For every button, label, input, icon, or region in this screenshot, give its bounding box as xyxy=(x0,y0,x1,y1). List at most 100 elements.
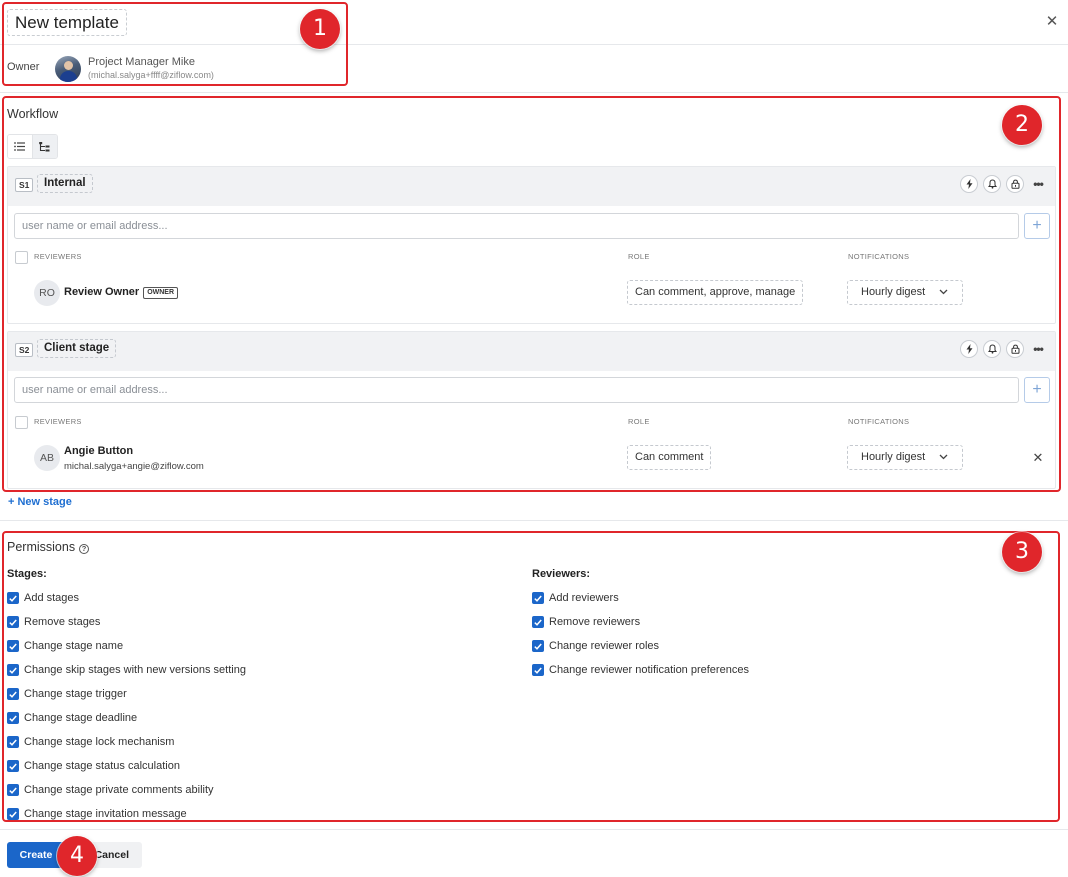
reviewer-name: Review Owner OWNER xyxy=(64,286,179,299)
stage-card-client: S2 Client stage ••• + REVIEWERS ROLE NOT… xyxy=(7,331,1056,489)
checked-checkbox-icon[interactable] xyxy=(532,640,544,652)
reviewer-permission-item[interactable]: Change reviewer notification preferences xyxy=(532,664,749,676)
stage-permission-item[interactable]: Change stage name xyxy=(7,640,123,652)
tree-view-icon[interactable] xyxy=(32,135,57,158)
annotation-marker-2: 2 xyxy=(1002,105,1042,145)
stage-permission-item[interactable]: Change stage invitation message xyxy=(7,808,187,820)
template-title-field[interactable]: New template xyxy=(7,9,127,36)
select-all-checkbox[interactable] xyxy=(15,416,28,429)
role-select[interactable]: Can comment, approve, manage xyxy=(627,280,804,305)
permission-label: Change stage trigger xyxy=(24,688,127,700)
reviewer-avatar: AB xyxy=(34,445,60,471)
col-reviewers: REVIEWERS xyxy=(34,252,82,261)
lock-icon[interactable] xyxy=(1006,175,1024,193)
owner-email: (michal.salyga+ffff@ziflow.com) xyxy=(88,70,214,80)
col-reviewers: REVIEWERS xyxy=(34,417,82,426)
stage-permission-item[interactable]: Add stages xyxy=(7,592,79,604)
reviewer-permission-item[interactable]: Add reviewers xyxy=(532,592,619,604)
reviewer-permission-item[interactable]: Change reviewer roles xyxy=(532,640,659,652)
permission-label: Add stages xyxy=(24,592,80,604)
stage-permission-item[interactable]: Change stage lock mechanism xyxy=(7,736,174,748)
checked-checkbox-icon[interactable] xyxy=(7,592,19,604)
stage-name-field[interactable]: Client stage xyxy=(37,339,117,358)
stage-name-field[interactable]: Internal xyxy=(37,174,93,193)
checked-checkbox-icon[interactable] xyxy=(532,664,544,676)
permission-label: Remove reviewers xyxy=(549,616,641,628)
list-view-icon[interactable] xyxy=(8,135,33,158)
trigger-lightning-icon[interactable] xyxy=(960,340,978,358)
annotation-marker-4: 4 xyxy=(57,836,97,876)
stage-badge: S2 xyxy=(15,343,34,357)
checked-checkbox-icon[interactable] xyxy=(532,592,544,604)
stage-header: S1 Internal ••• xyxy=(8,167,1055,206)
stages-permissions-heading: Stages: xyxy=(7,568,47,580)
stage-permission-item[interactable]: Change stage deadline xyxy=(7,712,137,724)
permission-label: Remove stages xyxy=(24,616,101,628)
close-icon[interactable]: ✕ xyxy=(1044,14,1060,30)
reviewer-avatar: RO xyxy=(34,280,60,306)
add-reviewer-button[interactable]: + xyxy=(1024,213,1050,239)
checked-checkbox-icon[interactable] xyxy=(7,616,19,628)
checked-checkbox-icon[interactable] xyxy=(7,712,19,724)
permission-label: Change skip stages with new versions set… xyxy=(24,664,246,676)
reviewer-permission-item[interactable]: Remove reviewers xyxy=(532,616,640,628)
workflow-title: Workflow xyxy=(7,107,59,121)
permission-label: Change stage lock mechanism xyxy=(24,736,175,748)
remove-reviewer-icon[interactable]: ✕ xyxy=(1031,451,1045,465)
divider xyxy=(0,92,1068,93)
stage-user-search-input[interactable] xyxy=(14,377,1019,403)
new-stage-button[interactable]: + New stage xyxy=(8,496,72,508)
stage-permission-item[interactable]: Change stage private comments ability xyxy=(7,784,214,796)
chevron-down-icon xyxy=(939,454,948,460)
checked-checkbox-icon[interactable] xyxy=(7,640,19,652)
help-icon[interactable]: ? xyxy=(79,544,90,554)
annotation-box-3 xyxy=(2,531,1060,822)
notifications-select[interactable]: Hourly digest xyxy=(847,445,963,470)
select-all-checkbox[interactable] xyxy=(15,251,28,264)
owner-name: Project Manager Mike xyxy=(88,56,195,68)
permission-label: Change stage name xyxy=(24,640,124,652)
notifications-select[interactable]: Hourly digest xyxy=(847,280,963,305)
checked-checkbox-icon[interactable] xyxy=(532,616,544,628)
more-options-icon[interactable]: ••• xyxy=(1029,340,1047,358)
divider xyxy=(0,829,1068,830)
permission-label: Change stage status calculation xyxy=(24,760,180,772)
permission-label: Add reviewers xyxy=(549,592,619,604)
divider xyxy=(0,520,1068,521)
notification-bell-icon[interactable] xyxy=(983,175,1001,193)
col-notifications: NOTIFICATIONS xyxy=(848,252,910,261)
reviewer-email: michal.salyga+angie@ziflow.com xyxy=(64,461,204,472)
role-select[interactable]: Can comment xyxy=(627,445,712,470)
stage-permission-item[interactable]: Change stage trigger xyxy=(7,688,127,700)
notification-bell-icon[interactable] xyxy=(983,340,1001,358)
owner-avatar xyxy=(55,56,81,82)
reviewer-name: Angie Button xyxy=(64,445,134,457)
owner-tag: OWNER xyxy=(143,287,179,299)
divider xyxy=(0,44,1068,45)
chevron-down-icon xyxy=(939,289,948,295)
stage-permission-item[interactable]: Change skip stages with new versions set… xyxy=(7,664,246,676)
checked-checkbox-icon[interactable] xyxy=(7,760,19,772)
checked-checkbox-icon[interactable] xyxy=(7,808,19,820)
checked-checkbox-icon[interactable] xyxy=(7,664,19,676)
stage-badge: S1 xyxy=(15,178,34,192)
stage-permission-item[interactable]: Change stage status calculation xyxy=(7,760,180,772)
lock-icon[interactable] xyxy=(1006,340,1024,358)
reviewers-permissions-heading: Reviewers: xyxy=(532,568,591,580)
checked-checkbox-icon[interactable] xyxy=(7,784,19,796)
permission-label: Change reviewer notification preferences xyxy=(549,664,749,676)
permission-label: Change stage invitation message xyxy=(24,808,187,820)
add-reviewer-button[interactable]: + xyxy=(1024,377,1050,403)
permission-label: Change stage deadline xyxy=(24,712,138,724)
col-notifications: NOTIFICATIONS xyxy=(848,417,910,426)
permission-label: Change reviewer roles xyxy=(549,640,660,652)
more-options-icon[interactable]: ••• xyxy=(1029,175,1047,193)
stage-user-search-input[interactable] xyxy=(14,213,1019,239)
stage-header: S2 Client stage ••• xyxy=(8,332,1055,371)
permission-label: Change stage private comments ability xyxy=(24,784,214,796)
checked-checkbox-icon[interactable] xyxy=(7,688,19,700)
trigger-lightning-icon[interactable] xyxy=(960,175,978,193)
checked-checkbox-icon[interactable] xyxy=(7,736,19,748)
annotation-marker-1: 1 xyxy=(300,9,340,49)
stage-permission-item[interactable]: Remove stages xyxy=(7,616,100,628)
